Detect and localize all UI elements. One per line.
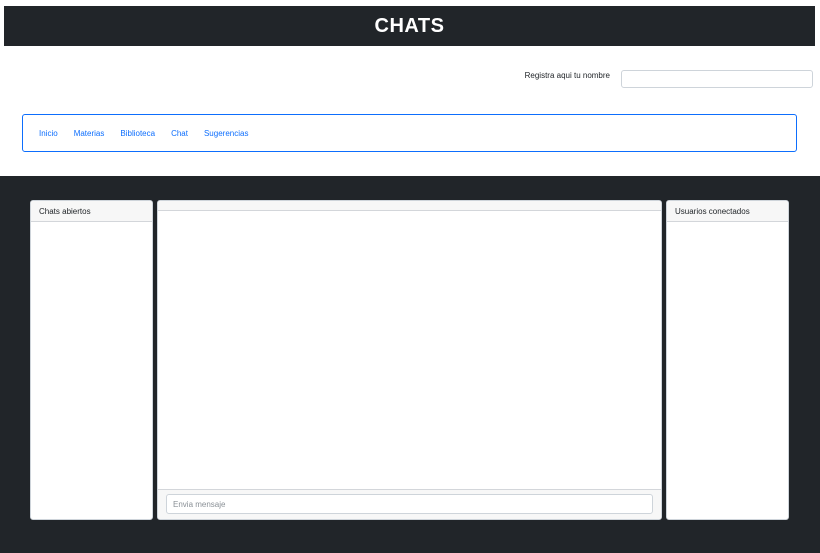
nav-link-inicio[interactable]: Inicio	[39, 129, 58, 138]
title-bar: CHATS	[4, 6, 815, 46]
nav-link-sugerencias[interactable]: Sugerencias	[204, 129, 248, 138]
nav-link-biblioteca[interactable]: Biblioteca	[120, 129, 155, 138]
nav-link-chat[interactable]: Chat	[171, 129, 188, 138]
nav-link-materias[interactable]: Materias	[74, 129, 105, 138]
main-nav: Inicio Materias Biblioteca Chat Sugerenc…	[22, 114, 797, 152]
register-name-label: Registra aqui tu nombre	[524, 71, 610, 80]
open-chats-header: Chats abiertos	[31, 201, 152, 222]
open-chats-panel: Chats abiertos	[30, 200, 153, 520]
message-input[interactable]	[166, 494, 653, 514]
connected-users-panel: Usuarios conectados	[666, 200, 789, 520]
chat-messages-area[interactable]	[158, 211, 661, 489]
connected-users-header: Usuarios conectados	[667, 201, 788, 222]
chat-input-bar	[158, 489, 661, 519]
register-name-input[interactable]	[621, 70, 813, 88]
page-title: CHATS	[374, 14, 445, 37]
chat-window-header	[158, 201, 661, 211]
page: CHATS Registra aqui tu nombre Inicio Mat…	[0, 0, 820, 553]
chat-window	[157, 200, 662, 520]
